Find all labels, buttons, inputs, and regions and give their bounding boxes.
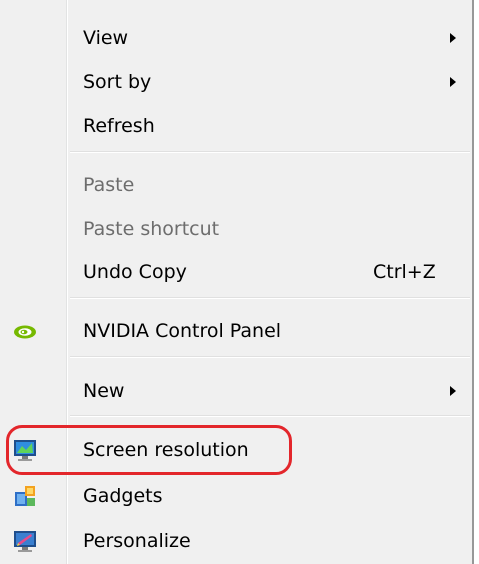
monitor-icon	[12, 437, 38, 463]
menu-separator	[70, 151, 470, 153]
nvidia-icon	[12, 318, 38, 344]
menu-shadow-edge	[474, 0, 479, 564]
gadgets-icon	[12, 483, 38, 509]
menu-separator	[70, 356, 470, 358]
submenu-arrow-icon	[450, 386, 456, 396]
submenu-arrow-icon	[450, 77, 456, 87]
menu-separator	[70, 415, 470, 417]
menu-item-nvidia-control-panel[interactable]: NVIDIA Control Panel	[4, 311, 470, 351]
menu-item-label: View	[83, 27, 129, 49]
menu-item-label: Paste shortcut	[83, 218, 220, 240]
menu-item-label: Refresh	[83, 115, 155, 137]
menu-item-new[interactable]: New	[4, 371, 470, 411]
menu-item-label: Gadgets	[83, 485, 163, 507]
menu-item-label: Personalize	[83, 530, 191, 552]
personalize-icon	[12, 528, 38, 554]
menu-item-refresh[interactable]: Refresh	[4, 106, 470, 146]
menu-item-label: Paste	[83, 174, 135, 196]
desktop-context-menu: View Sort by Refresh Paste Paste shortcu…	[0, 0, 479, 564]
menu-item-sort-by[interactable]: Sort by	[4, 62, 470, 102]
menu-item-gadgets[interactable]: Gadgets	[4, 476, 470, 516]
menu-item-label: Sort by	[83, 71, 152, 93]
menu-item-label: Undo Copy	[83, 261, 187, 283]
menu-item-paste-shortcut: Paste shortcut	[4, 209, 470, 249]
menu-separator	[70, 297, 470, 299]
keyboard-shortcut: Ctrl+Z	[373, 261, 436, 283]
menu-item-personalize[interactable]: Personalize	[4, 521, 470, 561]
menu-item-view[interactable]: View	[4, 18, 470, 58]
menu-item-label: New	[83, 380, 125, 402]
submenu-arrow-icon	[450, 33, 456, 43]
menu-item-label: Screen resolution	[83, 439, 249, 461]
menu-item-label: NVIDIA Control Panel	[83, 320, 282, 342]
menu-item-undo-copy[interactable]: Undo Copy Ctrl+Z	[4, 252, 470, 292]
menu-item-screen-resolution[interactable]: Screen resolution	[4, 430, 470, 470]
menu-item-paste: Paste	[4, 165, 470, 205]
